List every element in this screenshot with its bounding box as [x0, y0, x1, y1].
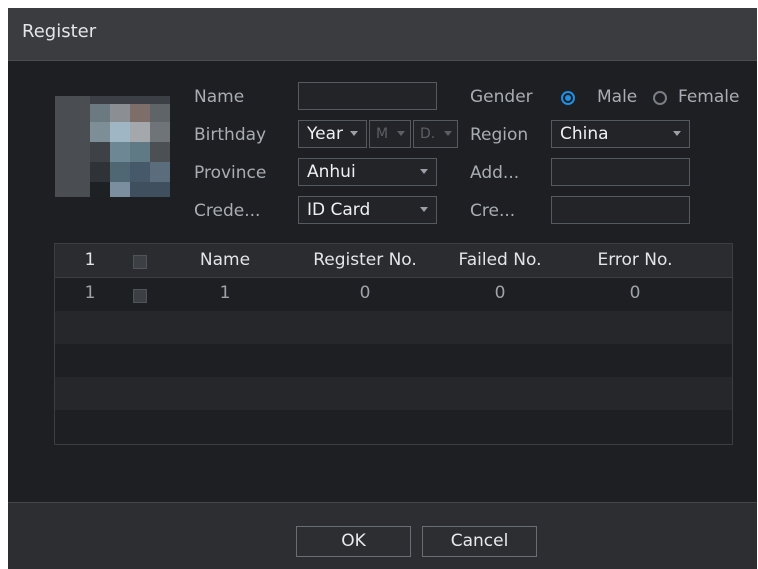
birthday-day-select[interactable]: D.: [413, 120, 458, 148]
region-label: Region: [470, 125, 529, 145]
address-input[interactable]: [551, 158, 690, 186]
register-table: 1 Name Register No. Failed No. Error No.…: [54, 243, 733, 445]
birthday-label: Birthday: [194, 125, 267, 145]
header-checkbox[interactable]: [133, 255, 147, 269]
row-failed-no: 0: [494, 283, 506, 303]
address-label: Add...: [470, 163, 520, 183]
register-dialog: Register Name Birthday Province Crede...…: [8, 8, 757, 569]
row-error-no: 0: [629, 283, 641, 303]
name-label: Name: [194, 87, 245, 107]
gender-label: Gender: [470, 87, 533, 107]
row-checkbox[interactable]: [133, 289, 147, 303]
credential-no-input[interactable]: [551, 196, 690, 224]
table-row-empty: [55, 344, 732, 377]
credential-select[interactable]: ID Card: [298, 196, 437, 224]
credential-label: Crede...: [194, 201, 261, 221]
chevron-down-icon: [397, 131, 405, 136]
chevron-down-icon: [444, 131, 452, 136]
table-row-empty: [55, 410, 732, 444]
chevron-down-icon: [673, 131, 681, 136]
dialog-titlebar: Register: [8, 8, 757, 61]
row-register-no: 0: [359, 283, 371, 303]
face-photo[interactable]: [55, 96, 170, 197]
header-error-no: Error No.: [597, 250, 673, 270]
birthday-month-value: M: [376, 126, 389, 142]
birthday-month-select[interactable]: M: [369, 120, 411, 148]
header-index: 1: [84, 250, 96, 270]
chevron-down-icon: [420, 207, 428, 212]
gender-female-radio[interactable]: [653, 91, 667, 105]
birthday-day-value: D.: [420, 126, 436, 142]
gender-male-label[interactable]: Male: [597, 87, 637, 107]
province-value: Anhui: [307, 162, 356, 182]
credential-value: ID Card: [307, 200, 371, 220]
ok-button[interactable]: OK: [296, 526, 411, 557]
name-input[interactable]: [298, 82, 437, 110]
table-row-empty: [55, 377, 732, 410]
region-select[interactable]: China: [551, 120, 690, 148]
dialog-footer: OK Cancel: [8, 502, 757, 569]
table-row-empty: [55, 311, 732, 344]
gender-male-radio[interactable]: [561, 91, 575, 105]
province-select[interactable]: Anhui: [298, 158, 437, 186]
birthday-year-select[interactable]: Year: [298, 120, 367, 148]
birthday-year-value: Year: [307, 124, 343, 144]
dialog-title: Register: [22, 21, 97, 42]
chevron-down-icon: [420, 169, 428, 174]
header-register-no: Register No.: [313, 250, 417, 270]
row-index: 1: [84, 283, 96, 303]
gender-female-label[interactable]: Female: [678, 87, 739, 107]
header-name: Name: [199, 250, 251, 270]
table-row[interactable]: 1 1 0 0 0: [55, 278, 732, 311]
region-value: China: [560, 124, 609, 144]
header-failed-no: Failed No.: [458, 250, 542, 270]
cancel-button[interactable]: Cancel: [422, 526, 537, 557]
chevron-down-icon: [350, 131, 358, 136]
row-name: 1: [219, 283, 231, 303]
table-header: 1 Name Register No. Failed No. Error No.: [55, 244, 732, 278]
province-label: Province: [194, 163, 267, 183]
credential-no-label: Cre...: [470, 201, 516, 221]
